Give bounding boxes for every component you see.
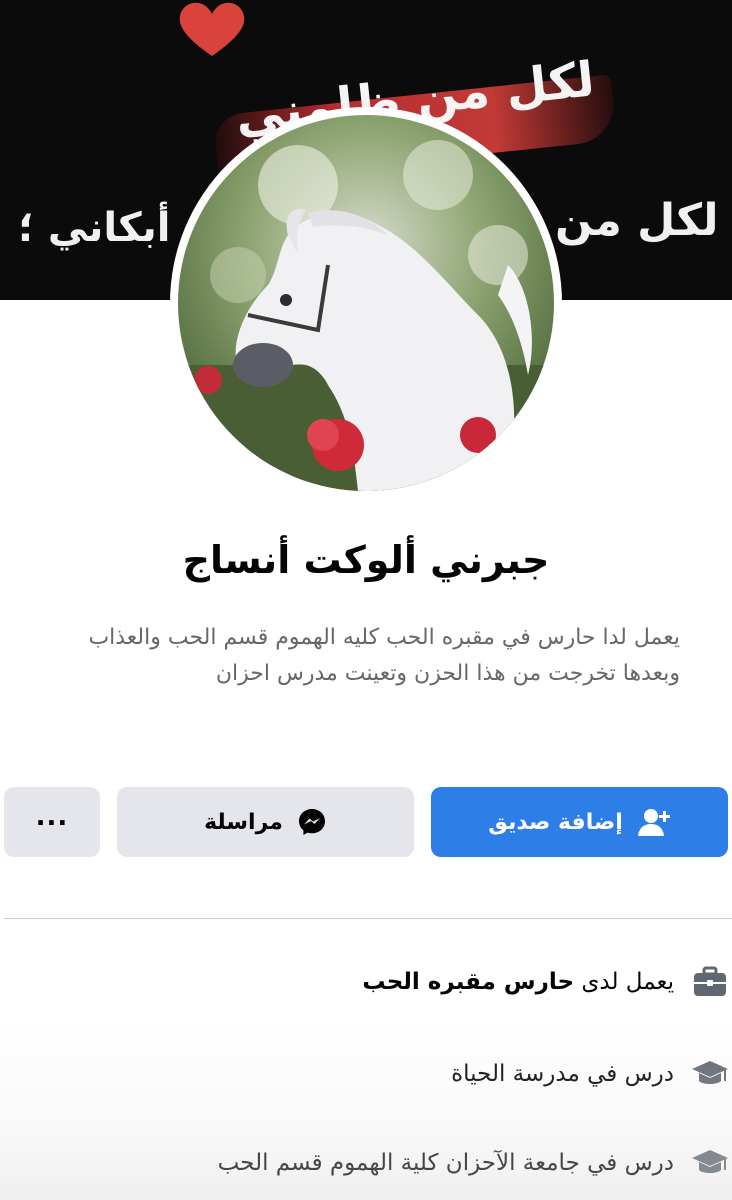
add-friend-label: إضافة صديق [488, 809, 623, 835]
message-button[interactable]: مراسلة [117, 787, 414, 857]
briefcase-icon [690, 962, 730, 1002]
horse-photo [178, 115, 554, 491]
message-label: مراسلة [204, 809, 283, 835]
education-info-text: درس في مدرسة الحياة [451, 1061, 674, 1087]
cover-text-line2-left: أبكاني ؛ [18, 205, 171, 251]
messenger-icon [297, 807, 327, 837]
profile-name: جبرني ألوكت أنساج [182, 538, 550, 582]
divider [4, 918, 732, 919]
education-info-row: درس في مدرسة الحياة [0, 1054, 732, 1094]
university-info-text: درس في جامعة الآحزان كلية الهموم قسم الح… [217, 1150, 674, 1176]
graduation-cap-icon [690, 1143, 730, 1183]
heart-icon [179, 2, 245, 57]
add-friend-icon [637, 807, 671, 837]
more-options-button[interactable]: ... [4, 787, 100, 857]
work-info-prefix: يعمل لدى [581, 969, 674, 995]
work-info-text: يعمل لدى حارس مقبره الحب [362, 969, 674, 995]
work-info-employer[interactable]: حارس مقبره الحب [362, 969, 574, 995]
more-options-icon: ... [35, 802, 69, 832]
cover-text-line2-right: لكل من [555, 195, 719, 246]
graduation-cap-icon [690, 1054, 730, 1094]
university-info-row: درس في جامعة الآحزان كلية الهموم قسم الح… [0, 1143, 732, 1183]
profile-bio: يعمل لدا حارس في مقبره الحب كليه الهموم … [88, 625, 680, 686]
profile-picture[interactable] [170, 107, 562, 499]
work-info-row: يعمل لدى حارس مقبره الحب [0, 962, 732, 1002]
add-friend-button[interactable]: إضافة صديق [431, 787, 728, 857]
